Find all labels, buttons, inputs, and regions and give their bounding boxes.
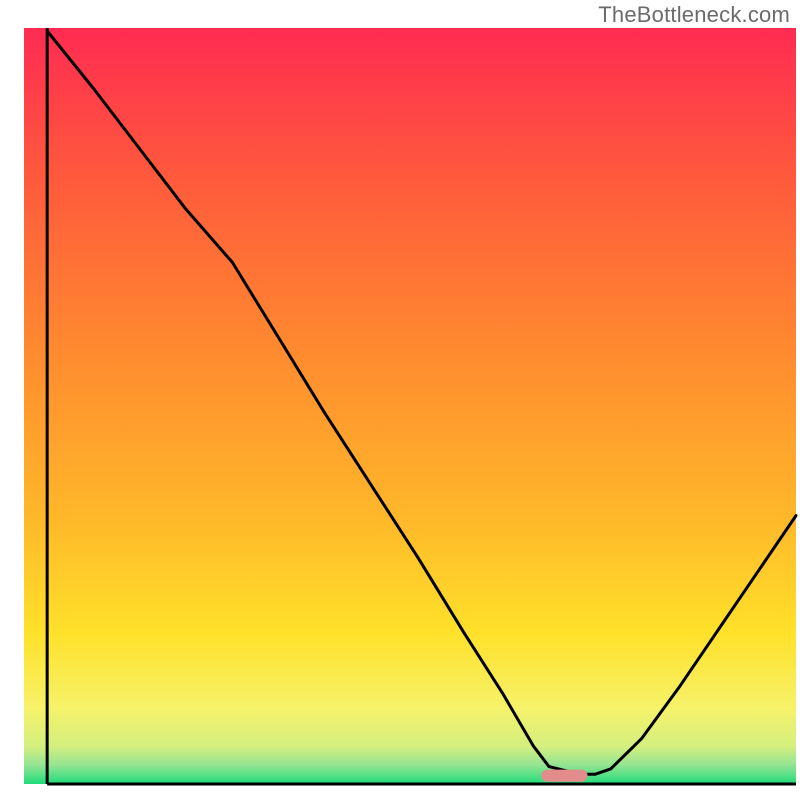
chart-background bbox=[24, 28, 796, 784]
chart-container: TheBottleneck.com bbox=[0, 0, 800, 800]
bottleneck-chart bbox=[0, 0, 800, 800]
optimal-zone-marker bbox=[541, 770, 587, 782]
